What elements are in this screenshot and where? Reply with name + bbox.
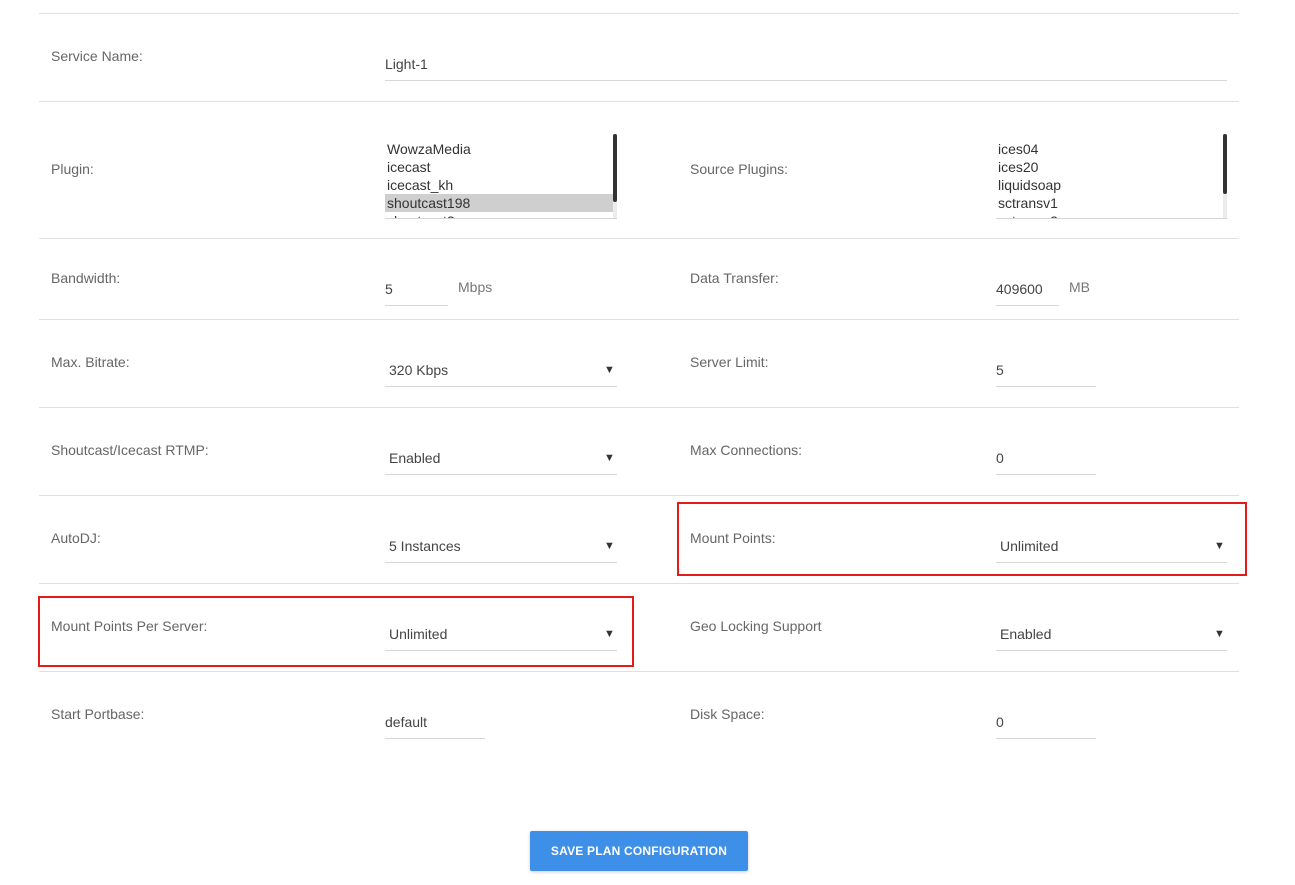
- mount-points-per-server-underline: [385, 650, 617, 651]
- row-divider: [39, 238, 1239, 239]
- plugin-option[interactable]: shoutcast2: [385, 212, 617, 218]
- max-connections-value: 0: [996, 450, 1004, 466]
- plugin-option[interactable]: icecast: [385, 158, 617, 176]
- mount-points-select[interactable]: Unlimited ▼: [996, 533, 1227, 563]
- data-transfer-label: Data Transfer:: [690, 270, 779, 286]
- max-bitrate-select[interactable]: 320 Kbps ▼: [385, 357, 617, 387]
- rtmp-label: Shoutcast/Icecast RTMP:: [51, 442, 209, 458]
- bandwidth-value: 5: [385, 281, 393, 297]
- data-transfer-unit: MB: [1069, 279, 1090, 295]
- max-connections-underline: [996, 474, 1096, 475]
- disk-space-label: Disk Space:: [690, 706, 765, 722]
- max-bitrate-underline: [385, 386, 617, 387]
- plugin-scrollbar-thumb[interactable]: [613, 134, 617, 202]
- geo-locking-select[interactable]: Enabled ▼: [996, 621, 1227, 651]
- autodj-select[interactable]: 5 Instances ▼: [385, 533, 617, 563]
- plugin-option[interactable]: icecast_kh: [385, 176, 617, 194]
- chevron-down-icon: ▼: [604, 540, 615, 552]
- start-portbase-underline: [385, 738, 485, 739]
- max-connections-input[interactable]: 0: [996, 445, 1096, 475]
- mount-points-per-server-label: Mount Points Per Server:: [51, 618, 208, 634]
- geo-locking-underline: [996, 650, 1227, 651]
- server-limit-label: Server Limit:: [690, 354, 769, 370]
- service-name-input[interactable]: Light-1: [385, 52, 1227, 81]
- start-portbase-label: Start Portbase:: [51, 706, 145, 722]
- max-connections-label: Max Connections:: [690, 442, 803, 458]
- bandwidth-underline: [385, 305, 448, 306]
- plugin-option-selected[interactable]: shoutcast198: [385, 194, 617, 212]
- geo-locking-value: Enabled: [1000, 626, 1052, 642]
- rtmp-underline: [385, 474, 617, 475]
- data-transfer-input[interactable]: 409600: [996, 276, 1059, 306]
- plugin-listbox[interactable]: WowzaMedia icecast icecast_kh shoutcast1…: [385, 134, 617, 219]
- rtmp-value: Enabled: [389, 450, 441, 466]
- start-portbase-input[interactable]: default: [385, 709, 485, 739]
- service-name-value: Light-1: [385, 56, 428, 72]
- disk-space-input[interactable]: 0: [996, 709, 1096, 739]
- source-plugin-option[interactable]: sctransv2: [996, 212, 1227, 218]
- row-divider: [39, 101, 1239, 102]
- disk-space-value: 0: [996, 714, 1004, 730]
- save-plan-configuration-button[interactable]: SAVE PLAN CONFIGURATION: [530, 831, 748, 871]
- source-plugins-listbox[interactable]: ices04 ices20 liquidsoap sctransv1 sctra…: [996, 134, 1227, 219]
- geo-locking-label: Geo Locking Support: [690, 618, 822, 634]
- row-divider: [39, 671, 1239, 672]
- service-name-label: Service Name:: [51, 48, 143, 64]
- bandwidth-input[interactable]: 5: [385, 276, 448, 306]
- row-divider: [39, 319, 1239, 320]
- service-name-underline: [385, 80, 1227, 81]
- mount-points-label: Mount Points:: [690, 530, 776, 546]
- rtmp-select[interactable]: Enabled ▼: [385, 445, 617, 475]
- chevron-down-icon: ▼: [604, 452, 615, 464]
- source-plugin-option[interactable]: ices04: [996, 140, 1227, 158]
- bandwidth-label: Bandwidth:: [51, 270, 121, 286]
- row-divider: [39, 495, 1239, 496]
- max-bitrate-label: Max. Bitrate:: [51, 354, 130, 370]
- mount-points-value: Unlimited: [1000, 538, 1059, 554]
- row-divider: [39, 407, 1239, 408]
- chevron-down-icon: ▼: [604, 628, 615, 640]
- row-divider: [39, 583, 1239, 584]
- source-plugins-label: Source Plugins:: [690, 161, 789, 177]
- source-plugin-option[interactable]: ices20: [996, 158, 1227, 176]
- server-limit-input[interactable]: 5: [996, 357, 1096, 387]
- plugin-label: Plugin:: [51, 161, 94, 177]
- mount-points-per-server-value: Unlimited: [389, 626, 448, 642]
- source-plugin-option[interactable]: sctransv1: [996, 194, 1227, 212]
- source-plugin-option[interactable]: liquidsoap: [996, 176, 1227, 194]
- bandwidth-unit: Mbps: [458, 279, 493, 295]
- source-plugins-scrollbar-thumb[interactable]: [1223, 134, 1227, 194]
- autodj-value: 5 Instances: [389, 538, 461, 554]
- server-limit-value: 5: [996, 362, 1004, 378]
- start-portbase-value: default: [385, 714, 428, 730]
- data-transfer-value: 409600: [996, 281, 1043, 297]
- chevron-down-icon: ▼: [1214, 540, 1225, 552]
- autodj-underline: [385, 562, 617, 563]
- chevron-down-icon: ▼: [1214, 628, 1225, 640]
- data-transfer-underline: [996, 305, 1059, 306]
- plugin-option[interactable]: WowzaMedia: [385, 140, 617, 158]
- row-divider: [39, 13, 1239, 14]
- max-bitrate-value: 320 Kbps: [389, 362, 449, 378]
- mount-points-underline: [996, 562, 1227, 563]
- autodj-label: AutoDJ:: [51, 530, 101, 546]
- server-limit-underline: [996, 386, 1096, 387]
- chevron-down-icon: ▼: [604, 364, 615, 376]
- disk-space-underline: [996, 738, 1096, 739]
- mount-points-per-server-select[interactable]: Unlimited ▼: [385, 621, 617, 651]
